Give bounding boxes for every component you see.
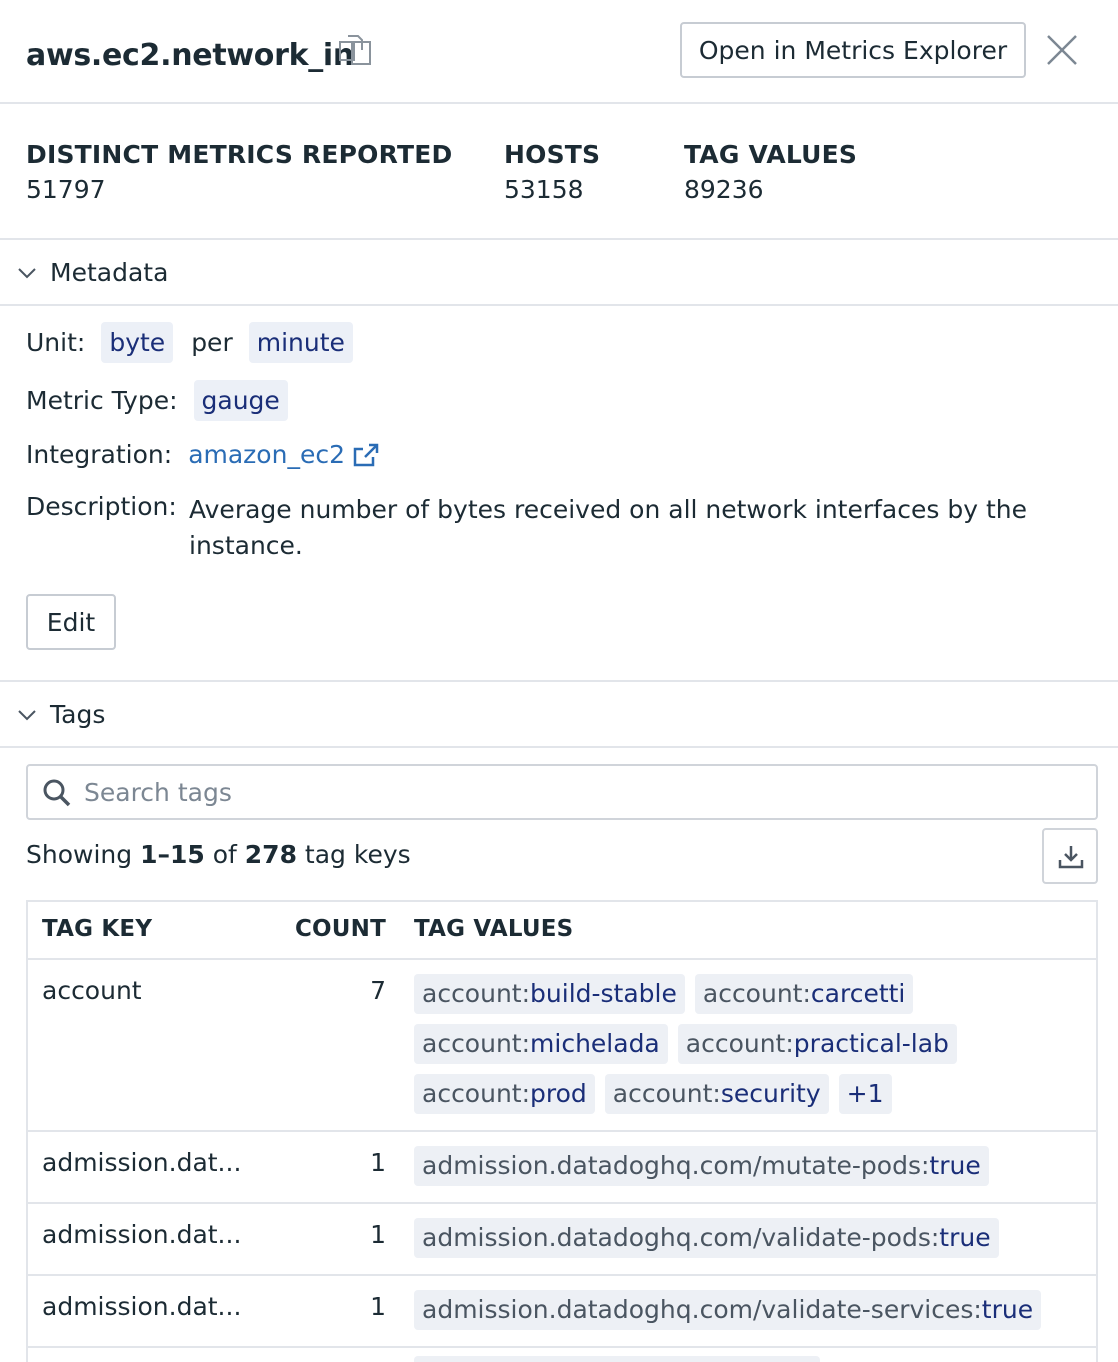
column-header-tag-values: TAG VALUES [414,916,574,942]
tag-key: admission.dat... [42,1148,242,1177]
stat-distinct-metrics: DISTINCT METRICS REPORTED 51797 [26,140,452,204]
tag-value-chip[interactable]: account:practical-lab [677,1024,957,1064]
column-header-count: COUNT [294,916,386,942]
table-row: admission.dat... 1 admission.datadoghq.c… [28,1130,1096,1202]
tag-value-chip[interactable]: admission.datadoghq.com/validate-pods:tr… [414,1218,999,1258]
stat-tag-values: TAG VALUES 89236 [684,140,857,204]
close-icon[interactable] [1040,28,1084,72]
unit-label: Unit: [26,328,86,357]
metric-type-label: Metric Type: [26,386,178,415]
edit-button[interactable]: Edit [26,594,116,650]
copy-icon[interactable] [334,30,374,70]
tag-values-list: admission.datadoghq.com/validate-pods:tr… [414,1218,1094,1258]
metadata-section-toggle[interactable]: Metadata [0,240,1118,306]
tag-count: 7 [370,976,386,1005]
tag-value-chip[interactable] [414,1356,820,1362]
open-in-metrics-explorer-button[interactable]: Open in Metrics Explorer [680,22,1026,78]
showing-range: 1–15 [140,840,205,869]
tag-key: admission.dat... [42,1292,242,1321]
showing-total: 278 [244,840,297,869]
tag-value-chip[interactable]: admission.datadoghq.com/validate-service… [414,1290,1042,1330]
tag-key: admission.dat... [42,1220,242,1249]
table-row: admission.dat... 1 admission.datadoghq.c… [28,1202,1096,1274]
tag-value-chip[interactable]: account:prod [414,1074,595,1114]
tag-count: 1 [370,1148,386,1177]
description-label: Description: [26,492,177,521]
tag-search-box [26,764,1098,820]
tag-count: 1 [370,1292,386,1321]
unit-row: Unit: byte per minute [26,322,353,363]
panel-header: aws.ec2.network_in Open in Metrics Explo… [0,0,1118,104]
download-button[interactable] [1042,828,1098,884]
tag-value-chip[interactable]: admission.datadoghq.com/mutate-pods:true [414,1146,989,1186]
tag-values-list: admission.datadoghq.com/mutate-pods:true [414,1146,1094,1186]
unit-chip: byte [101,322,174,363]
showing-of: of [212,840,237,869]
tags-section-toggle[interactable]: Tags [0,682,1118,748]
more-tags-chip[interactable]: +1 [838,1074,892,1114]
integration-label: Integration: [26,440,173,469]
stat-value: 89236 [684,175,764,204]
chevron-down-icon [18,268,36,279]
chevron-down-icon [18,710,36,721]
table-row [28,1346,1096,1362]
table-row: account 7 account:build-stable account:c… [28,958,1096,1130]
integration-link[interactable]: amazon_ec2 [188,440,345,469]
metric-type-row: Metric Type: gauge [26,380,288,421]
metric-title: aws.ec2.network_in [26,38,354,73]
per-unit-chip: minute [248,322,353,363]
description-text: Average number of bytes received on all … [189,495,1027,560]
metric-stats: DISTINCT METRICS REPORTED 51797 HOSTS 53… [0,104,1118,240]
tag-key: account [42,976,142,1005]
tag-value-chip[interactable]: account:michelada [414,1024,668,1064]
tags-table: TAG KEY COUNT TAG VALUES account 7 accou… [26,900,1098,1362]
stat-hosts: HOSTS 53158 [504,140,600,204]
stat-label: DISTINCT METRICS REPORTED [26,140,453,169]
tag-value-chip[interactable]: account:security [604,1074,829,1114]
showing-suffix: tag keys [304,840,411,869]
showing-summary: Showing 1–15 of 278 tag keys [26,840,411,869]
stat-value: 53158 [504,175,584,204]
tags-section-label: Tags [50,699,106,729]
search-tags-input[interactable] [84,774,1074,810]
showing-prefix: Showing [26,840,133,869]
stat-value: 51797 [26,175,106,204]
search-icon [43,779,71,807]
integration-row: Integration: amazon_ec2 [26,440,381,469]
metric-type-chip: gauge [193,380,288,421]
tag-values-list: admission.datadoghq.com/validate-service… [414,1290,1094,1330]
download-icon [1058,846,1084,869]
tag-values-list: account:build-stable account:carcetti ac… [414,974,1094,1114]
stat-label: TAG VALUES [684,140,858,169]
tag-count: 1 [370,1220,386,1249]
column-header-tag-key: TAG KEY [42,916,153,942]
metadata-section-label: Metadata [50,257,169,287]
unit-per-text: per [191,328,233,357]
tag-value-chip[interactable]: account:carcetti [694,974,914,1014]
stat-label: HOSTS [504,140,601,169]
table-row: admission.dat... 1 admission.datadoghq.c… [28,1274,1096,1346]
tag-value-chip[interactable]: account:build-stable [414,974,685,1014]
external-link-icon[interactable] [351,441,381,469]
